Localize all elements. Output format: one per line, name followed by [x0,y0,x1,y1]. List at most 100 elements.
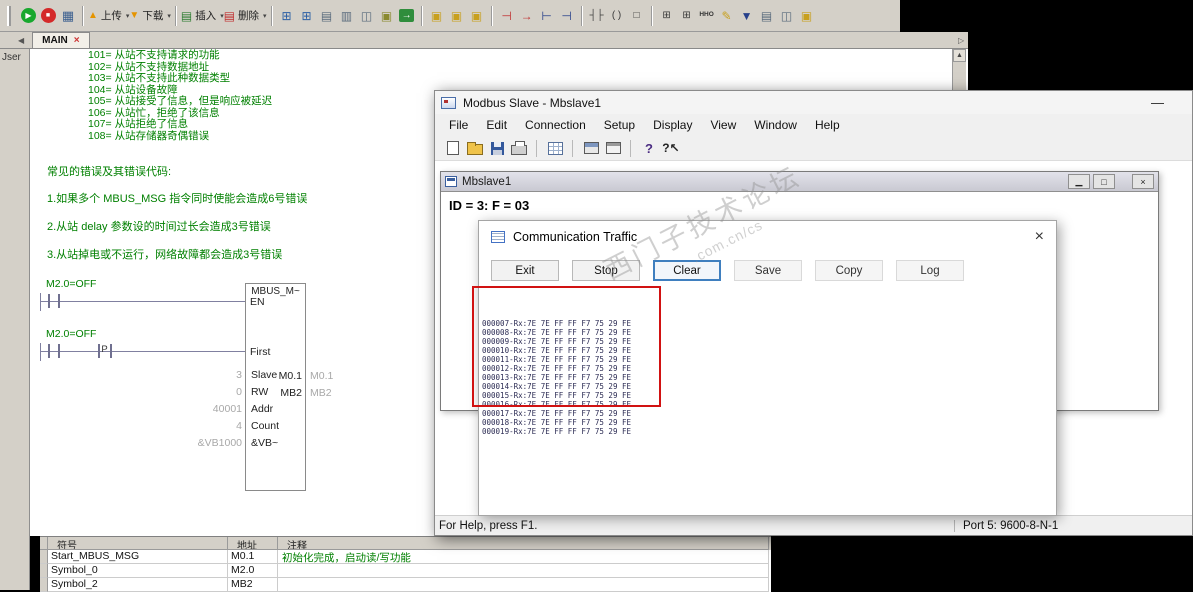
maximize-button[interactable]: □ [1093,174,1115,189]
contact-icon[interactable] [48,294,50,308]
menu-item[interactable]: Help [806,118,849,132]
menu-item[interactable]: Connection [516,118,595,132]
copy-button[interactable]: Copy [815,260,883,281]
comm-log-icon[interactable] [604,139,622,157]
toolbar-grip[interactable] [7,5,11,26]
clear-button[interactable]: Clear [653,260,721,281]
protect-icon[interactable]: ▣ [447,4,467,28]
modbus-titlebar[interactable]: Modbus Slave - Mbslave1 — [435,91,1192,114]
coil-icon[interactable]: ( ) [607,4,627,28]
options-icon[interactable]: ▤ [757,4,777,28]
comment-line: 103= 从站不支持此种数据类型 [88,72,231,84]
pack-project-icon[interactable]: ▣ [427,4,447,28]
menu-item[interactable]: File [440,118,477,132]
pou-icon[interactable]: ◫ [777,4,797,28]
insert-button[interactable]: ▤ 插入 ▾ [181,4,224,28]
minimize-button[interactable]: ▁ [1068,174,1090,189]
toolbar-separator[interactable] [82,5,84,26]
contact-icon[interactable] [58,344,60,358]
contact-icon[interactable] [58,294,60,308]
save-icon[interactable] [488,139,506,157]
hex-toggle-icon[interactable]: HHO [697,4,717,28]
row-header-cell[interactable] [40,564,48,578]
close-button[interactable]: × [1132,174,1154,189]
toolbar-separator[interactable] [490,5,493,26]
tab-scroll-left-icon[interactable]: ◀ [18,36,24,45]
menu-item[interactable]: Setup [595,118,644,132]
insert-network-icon[interactable]: ⊣ [497,4,517,28]
edge-contact-icon[interactable] [110,344,112,358]
tab-scroll-right-icon[interactable]: ▷ [958,36,964,45]
toolbar-separator[interactable] [536,139,538,157]
display-setup-icon[interactable] [546,139,564,157]
comment-cell[interactable] [278,564,769,578]
column-header-comment[interactable]: 注释 [278,537,769,550]
new-file-icon[interactable] [444,139,462,157]
poll-definition-icon[interactable] [582,139,600,157]
log-button[interactable]: Log [896,260,964,281]
toolbar-separator[interactable] [572,139,574,157]
compile-icon[interactable]: ▦ [58,4,78,28]
menu-item[interactable]: View [701,118,745,132]
toolbar-separator[interactable] [270,5,273,26]
column-header-symbol[interactable]: 符号 [48,537,228,550]
symbol-table-icon[interactable]: ⊞ [277,4,297,28]
print-icon[interactable] [510,139,528,157]
tab-main[interactable]: MAIN × [32,32,90,48]
toolbar-separator[interactable] [174,5,177,26]
help-icon[interactable]: ? [640,139,658,157]
menu-item[interactable]: Window [745,118,806,132]
data-block-icon[interactable]: ▤ [317,4,337,28]
address-grid-icon[interactable]: ⊞ [657,4,677,28]
delete-row-icon[interactable]: ⊣ [557,4,577,28]
stop-icon[interactable]: ■ [38,4,58,28]
upload-button[interactable]: ▲ 上传 ▾ [88,4,129,28]
child-titlebar[interactable]: Mbslave1 ▁ □ × [441,172,1158,192]
pin-label: &VB~ [251,437,279,449]
menu-item[interactable]: Display [644,118,701,132]
bookmark-icon[interactable]: ▼ [737,4,757,28]
download-button[interactable]: ▼ 下载 ▾ [129,4,170,28]
menu-item[interactable]: Edit [477,118,516,132]
delete-network-icon[interactable]: → [517,4,537,28]
tab-close-icon[interactable]: × [74,35,80,46]
row-header-cell[interactable] [40,550,48,564]
box-icon[interactable]: □ [627,4,647,28]
close-icon[interactable]: × [1035,229,1044,245]
library-icon[interactable]: ▣ [797,4,817,28]
symbol-cell[interactable]: Symbol_0 [48,564,228,578]
contact-icon[interactable]: ┤├ [587,4,607,28]
toolbar-separator[interactable] [420,5,423,26]
column-header-address[interactable]: 地址 [228,537,278,550]
open-file-icon[interactable] [466,139,484,157]
archive-icon[interactable]: ▣ [467,4,487,28]
minimize-button[interactable]: — [1151,95,1164,110]
scroll-up-icon[interactable]: ▲ [953,49,966,62]
contact-icon[interactable] [48,344,50,358]
toolbar-separator[interactable] [650,5,653,26]
system-block-icon[interactable]: ▥ [337,4,357,28]
grid-edit-icon[interactable]: ⊞ [677,4,697,28]
cross-reference-icon[interactable]: ◫ [357,4,377,28]
child-title: Mbslave1 [462,175,512,188]
program-block-icon[interactable]: ▣ [377,4,397,28]
edit-icon[interactable]: ✎ [717,4,737,28]
save-button[interactable]: Save [734,260,802,281]
address-cell[interactable]: M2.0 [228,564,278,578]
toolbar-separator[interactable] [630,139,632,157]
insert-row-icon[interactable]: ⊢ [537,4,557,28]
status-chart-icon[interactable]: ⊞ [297,4,317,28]
dialog-titlebar[interactable]: Communication Traffic × [479,221,1056,245]
symbol-cell[interactable]: Start_MBUS_MSG [48,550,228,564]
run-icon[interactable]: ▶ [18,4,38,28]
comment-cell[interactable]: 初始化完成，启动读/写功能 [278,550,769,564]
child-caption-buttons: ▁ □ × [1068,174,1154,189]
context-help-icon[interactable]: ?↖ [662,139,680,157]
toolbar-separator[interactable] [580,5,583,26]
address-cell[interactable]: M0.1 [228,550,278,564]
communications-icon[interactable]: → [397,4,417,28]
delete-button[interactable]: ▤ 删除 ▾ [224,4,267,28]
stop-button[interactable]: Stop [572,260,640,281]
comment-line: 101= 从站不支持请求的功能 [88,49,220,61]
exit-button[interactable]: Exit [491,260,559,281]
